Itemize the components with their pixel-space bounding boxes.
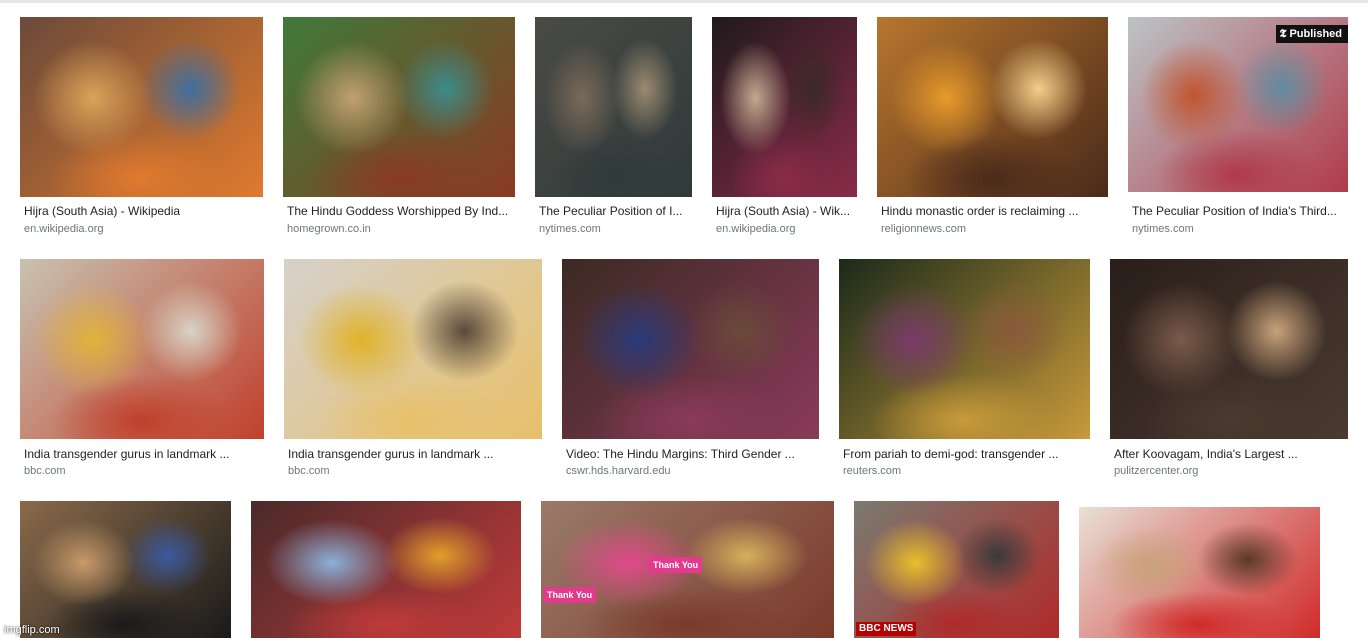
result-thumbnail[interactable]	[712, 17, 857, 197]
publisher-badge: 𝕿 Published	[1275, 25, 1348, 43]
result-caption[interactable]: From pariah to demi-god: transgender ...	[843, 447, 1086, 461]
top-divider	[0, 0, 1368, 3]
result-thumbnail[interactable]	[562, 259, 819, 439]
result-domain: bbc.com	[288, 465, 330, 477]
result-card[interactable]	[251, 501, 521, 638]
result-card[interactable]	[20, 501, 231, 638]
result-card[interactable]: The Hindu Goddess Worshipped By Ind... h…	[283, 17, 515, 242]
result-thumbnail[interactable]	[20, 259, 264, 439]
result-caption[interactable]: India transgender gurus in landmark ...	[24, 447, 260, 461]
result-domain: bbc.com	[24, 465, 66, 477]
result-card[interactable]: The Peculiar Position of I... nytimes.co…	[535, 17, 692, 242]
result-card[interactable]: Thank You Thank You	[541, 501, 834, 638]
result-caption[interactable]: Video: The Hindu Margins: Third Gender .…	[566, 447, 815, 461]
result-domain: reuters.com	[843, 465, 902, 477]
result-caption[interactable]: After Koovagam, India's Largest ...	[1114, 447, 1344, 461]
result-caption[interactable]: The Hindu Goddess Worshipped By Ind...	[287, 204, 511, 218]
result-card[interactable]: India transgender gurus in landmark ... …	[284, 259, 542, 484]
result-thumbnail[interactable]: 𝕿 Published	[1128, 17, 1348, 192]
protest-sign: Thank You	[543, 587, 597, 603]
result-caption[interactable]: The Peculiar Position of I...	[539, 204, 688, 218]
result-thumbnail[interactable]: Thank You Thank You	[541, 501, 834, 638]
result-domain: nytimes.com	[1132, 223, 1194, 235]
result-domain: en.wikipedia.org	[24, 223, 104, 235]
result-caption[interactable]: India transgender gurus in landmark ...	[288, 447, 538, 461]
result-thumbnail[interactable]	[1110, 259, 1348, 439]
result-domain: religionnews.com	[881, 223, 966, 235]
protest-sign: Thank You	[649, 557, 703, 573]
result-thumbnail[interactable]	[535, 17, 692, 197]
result-card[interactable]	[1079, 507, 1320, 638]
result-thumbnail[interactable]	[20, 17, 263, 197]
result-caption[interactable]: Hindu monastic order is reclaiming ...	[881, 204, 1104, 218]
result-thumbnail[interactable]	[839, 259, 1090, 439]
result-caption[interactable]: The Peculiar Position of India's Third..…	[1132, 204, 1344, 218]
result-card[interactable]: Hindu monastic order is reclaiming ... r…	[877, 17, 1108, 242]
result-thumbnail[interactable]: BBC NEWS	[854, 501, 1059, 638]
result-domain: cswr.hds.harvard.edu	[566, 465, 671, 477]
result-thumbnail[interactable]	[877, 17, 1108, 197]
imgflip-watermark: imgflip.com	[4, 624, 60, 636]
result-card[interactable]: 𝕿 Published The Peculiar Position of Indi…	[1128, 17, 1348, 242]
result-domain: homegrown.co.in	[287, 223, 371, 235]
result-card[interactable]: BBC NEWS	[854, 501, 1059, 638]
result-card[interactable]: Video: The Hindu Margins: Third Gender .…	[562, 259, 819, 484]
bbc-news-logo: BBC NEWS	[856, 622, 917, 636]
result-card[interactable]: Hijra (South Asia) - Wik... en.wikipedia…	[712, 17, 857, 242]
result-card[interactable]: Hijra (South Asia) - Wikipedia en.wikipe…	[20, 17, 263, 242]
result-domain: en.wikipedia.org	[716, 223, 796, 235]
nyt-logo-icon: 𝕿	[1279, 27, 1287, 40]
result-card[interactable]: India transgender gurus in landmark ... …	[20, 259, 264, 484]
result-card[interactable]: After Koovagam, India's Largest ... puli…	[1110, 259, 1348, 484]
result-card[interactable]: From pariah to demi-god: transgender ...…	[839, 259, 1090, 484]
result-domain: nytimes.com	[539, 223, 601, 235]
result-caption[interactable]: Hijra (South Asia) - Wik...	[716, 204, 853, 218]
result-thumbnail[interactable]	[283, 17, 515, 197]
result-thumbnail[interactable]	[1079, 507, 1320, 638]
result-thumbnail[interactable]	[251, 501, 521, 638]
result-thumbnail[interactable]	[284, 259, 542, 439]
result-thumbnail[interactable]	[20, 501, 231, 638]
result-caption[interactable]: Hijra (South Asia) - Wikipedia	[24, 204, 259, 218]
result-domain: pulitzercenter.org	[1114, 465, 1199, 477]
